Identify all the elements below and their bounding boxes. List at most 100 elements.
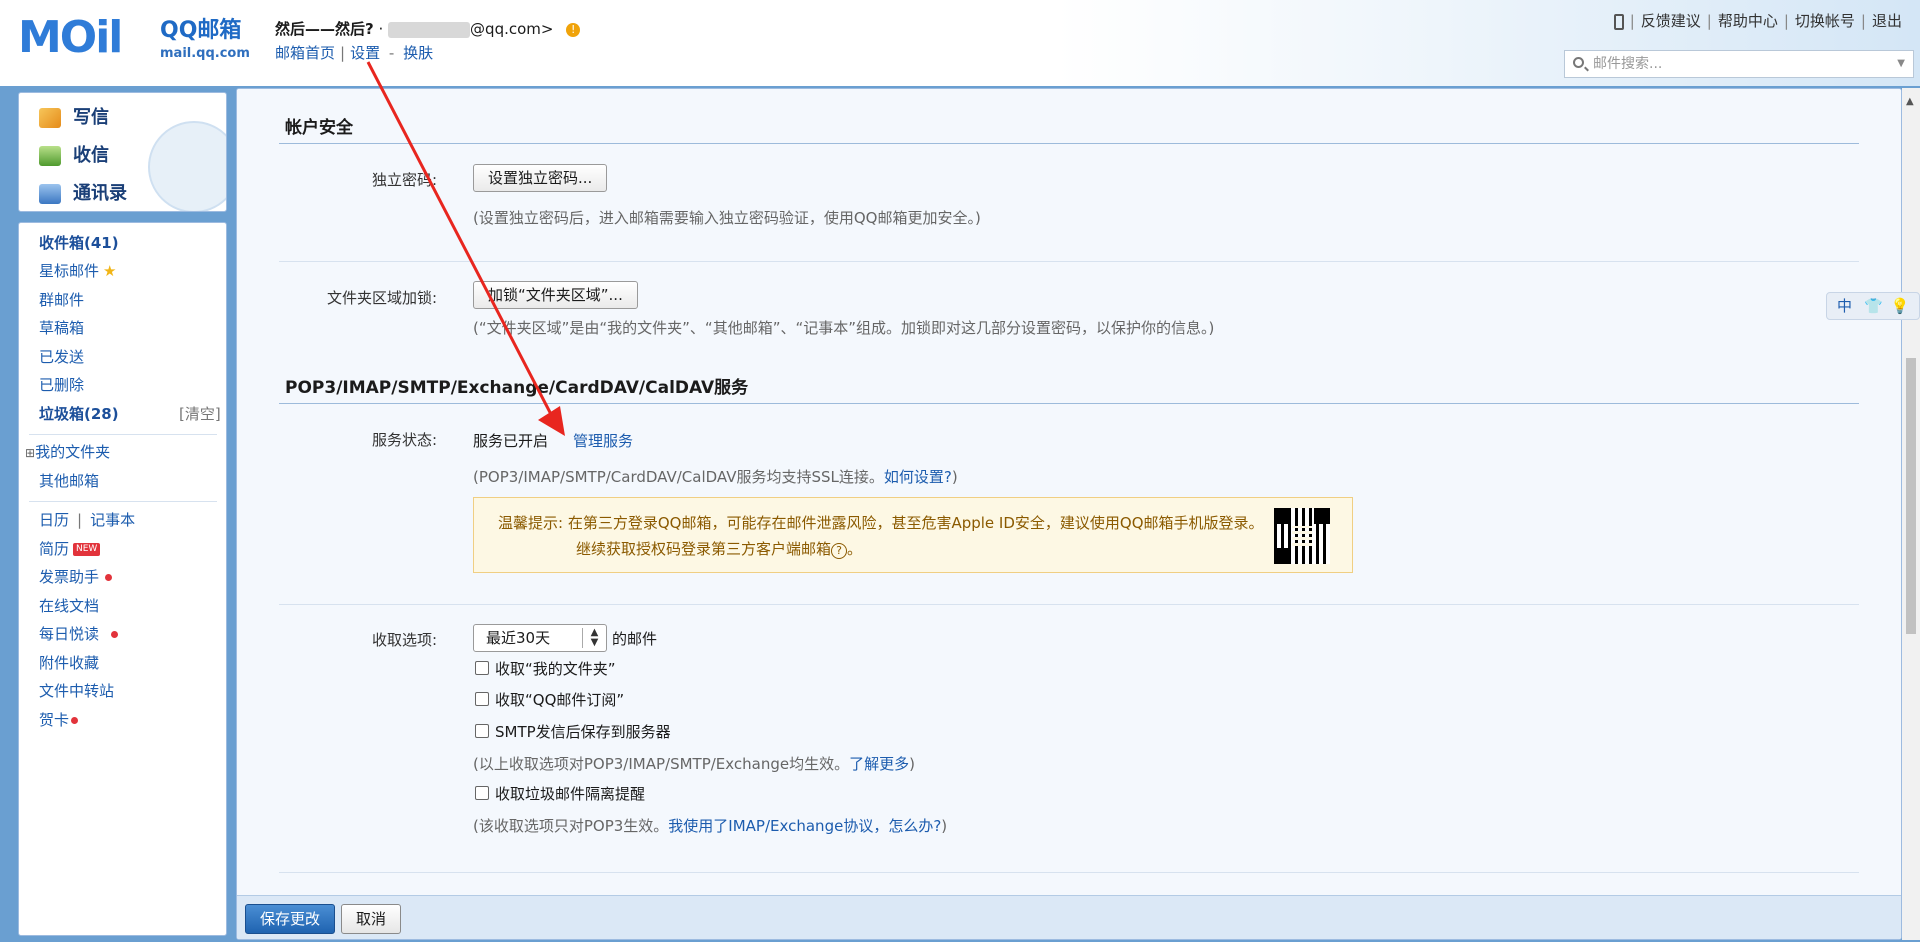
skin-shirt-icon[interactable]: 👕 [1864, 297, 1883, 315]
divider [279, 604, 1859, 605]
learn-more-link[interactable]: 了解更多 [849, 755, 909, 773]
penguin-icon [148, 121, 226, 211]
qq-mail-logo[interactable]: MOil QQ邮箱 mail.qq.com [18, 14, 258, 66]
notification-dot [71, 717, 79, 724]
feedback-link[interactable]: 反馈建议 [1641, 12, 1701, 30]
lock-folder-button[interactable]: 加锁“文件夹区域”... [473, 281, 638, 309]
resume-link[interactable]: 简历 NEW [39, 539, 101, 559]
inbox-download-icon [39, 146, 61, 166]
set-password-button[interactable]: 设置独立密码... [473, 164, 608, 192]
save-changes-button[interactable]: 保存更改 [245, 904, 336, 934]
mobile-icon[interactable] [1613, 13, 1624, 30]
independent-password-label: 独立密码: [371, 171, 437, 189]
account-links: | 反馈建议 | 帮助中心 | 切换帐号 | 退出 [1613, 10, 1902, 31]
service-status-label: 服务状态: [371, 431, 437, 449]
compose-box: 写信 收信 通讯录 [18, 92, 227, 212]
section-title-pop3: POP3/IMAP/SMTP/Exchange/CardDAV/CalDAV服务 [285, 378, 749, 398]
folder-group[interactable]: 群邮件 [39, 290, 84, 310]
warning-icon[interactable]: ! [566, 22, 581, 37]
ime-language-indicator[interactable]: 中 [1837, 297, 1852, 315]
section-title-account-security: 帐户安全 [285, 118, 353, 138]
checkbox[interactable] [475, 724, 489, 738]
folder-list: 收件箱(41) 星标邮件 ★ 群邮件 草稿箱 已发送 已删除 垃圾箱(28) [清… [18, 222, 227, 936]
logo-domain: mail.qq.com [160, 46, 250, 61]
scrollbar-thumb[interactable] [1906, 358, 1916, 634]
help-center-link[interactable]: 帮助中心 [1718, 12, 1778, 30]
folder-spam[interactable]: 垃圾箱(28) [39, 404, 119, 424]
left-sidebar: 写信 收信 通讯录 收件箱(41) 星标邮件 ★ 群邮件 草稿箱 已发送 已删除 … [12, 88, 230, 940]
clear-spam-link[interactable]: [清空] [179, 404, 221, 424]
receive-range-select[interactable]: 最近30天 ▲ ▼ [473, 624, 607, 652]
checkbox[interactable] [475, 661, 489, 675]
select-arrows-icon: ▲ ▼ [582, 628, 606, 648]
notes-link[interactable]: 记事本 [90, 511, 135, 529]
tip-line-1: 温馨提示: 在第三方登录QQ邮箱，可能存在邮件泄露风险，甚至危害Apple ID… [498, 514, 1264, 532]
ime-toolbar[interactable]: 中 👕 💡 [1826, 292, 1920, 320]
top-links: 邮箱首页 | 设置 - 换肤 [275, 42, 433, 63]
imap-help-link[interactable]: 我使用了IMAP/Exchange协议，怎么办? [668, 817, 941, 835]
folder-my-folders[interactable]: ⊞我的文件夹 [25, 442, 110, 463]
settings-content: 帐户安全 独立密码: 设置独立密码... (设置独立密码后，进入邮箱需要输入独立… [237, 89, 1901, 939]
online-docs-link[interactable]: 在线文档 [39, 596, 99, 616]
settings-link[interactable]: 设置 [350, 44, 380, 62]
expand-plus-icon[interactable]: ⊞ [25, 446, 35, 460]
notification-dot [105, 574, 113, 581]
calendar-link[interactable]: 日历 | 记事本 [39, 510, 135, 530]
receive-range-suffix: 的邮件 [612, 630, 658, 648]
folder-sent[interactable]: 已发送 [39, 347, 84, 367]
top-bar: MOil QQ邮箱 mail.qq.com 然后——然后? · @qq.com>… [0, 0, 1920, 86]
password-hint: (设置独立密码后，进入邮箱需要输入独立密码验证，使用QQ邮箱更加安全。) [473, 209, 981, 227]
checkbox[interactable] [475, 786, 489, 800]
write-mail-button[interactable]: 写信 [39, 103, 109, 133]
how-to-setup-link[interactable]: 如何设置? [884, 468, 952, 486]
security-tip-box: 温馨提示: 在第三方登录QQ邮箱，可能存在邮件泄露风险，甚至危害Apple ID… [473, 497, 1353, 573]
switch-account-link[interactable]: 切换帐号 [1795, 12, 1855, 30]
invoice-assistant-link[interactable]: 发票助手 [39, 567, 113, 587]
page-scrollbar[interactable]: ▲ [1902, 88, 1920, 940]
receive-mail-button[interactable]: 收信 [39, 141, 109, 171]
daily-reading-link[interactable]: 每日悦读 [39, 624, 119, 644]
new-badge: NEW [73, 543, 101, 556]
service-status-value: 服务已开启 [473, 432, 549, 450]
receive-label: 收信 [73, 145, 109, 166]
user-nickname: 然后——然后? [275, 20, 374, 38]
chevron-down-icon[interactable]: ▼ [1897, 51, 1905, 77]
greeting-cards-link[interactable]: 贺卡 [39, 710, 79, 730]
tip-label: 温馨提示: [498, 514, 564, 532]
spam-quarantine-checkbox[interactable]: 收取垃圾邮件隔离提醒 [475, 785, 645, 803]
logout-link[interactable]: 退出 [1872, 12, 1902, 30]
settings-panel: 帐户安全 独立密码: 设置独立密码... (设置独立密码后，进入邮箱需要输入独立… [236, 88, 1902, 940]
mailbox-home-link[interactable]: 邮箱首页 [275, 44, 335, 62]
file-transfer-link[interactable]: 文件中转站 [39, 681, 114, 701]
lightbulb-icon[interactable]: 💡 [1891, 297, 1910, 315]
help-question-icon[interactable]: ? [831, 543, 848, 559]
folder-other-mailboxes[interactable]: 其他邮箱 [39, 471, 99, 491]
notification-dot [111, 631, 119, 638]
separator: | [340, 44, 346, 62]
mail-search-input[interactable]: 邮件搜索... ▼ [1564, 50, 1914, 78]
receive-options-label: 收取选项: [371, 631, 437, 649]
smtp-save-checkbox[interactable]: SMTP发信后保存到服务器 [475, 723, 671, 741]
attachments-link[interactable]: 附件收藏 [39, 653, 99, 673]
tip-line-2: 继续获取授权码登录第三方客户端邮箱?。 [576, 540, 863, 559]
contacts-button[interactable]: 通讯录 [39, 179, 127, 209]
user-info: 然后——然后? · @qq.com> ! [275, 18, 581, 39]
checkbox[interactable] [475, 692, 489, 706]
divider [279, 261, 1859, 262]
folder-starred[interactable]: 星标邮件 ★ [39, 261, 116, 281]
manage-service-link[interactable]: 管理服务 [573, 430, 633, 451]
receive-subscriptions-checkbox[interactable]: 收取“QQ邮件订阅” [475, 691, 624, 709]
pop3-only-hint: (该收取选项只对POP3生效。我使用了IMAP/Exchange协议，怎么办?) [473, 817, 948, 835]
folder-deleted[interactable]: 已删除 [39, 375, 84, 395]
skin-link[interactable]: 换肤 [403, 44, 433, 62]
folder-lock-label: 文件夹区域加锁: [326, 289, 437, 307]
divider [279, 872, 1859, 873]
redacted-email [388, 21, 471, 38]
cancel-button[interactable]: 取消 [341, 904, 402, 934]
contact-card-icon [39, 184, 61, 204]
receive-my-folders-checkbox[interactable]: 收取“我的文件夹” [475, 660, 616, 678]
folder-inbox[interactable]: 收件箱(41) [39, 233, 119, 253]
folder-drafts[interactable]: 草稿箱 [39, 318, 84, 338]
search-placeholder: 邮件搜索... [1593, 56, 1663, 72]
scroll-up-icon[interactable]: ▲ [1906, 96, 1914, 107]
